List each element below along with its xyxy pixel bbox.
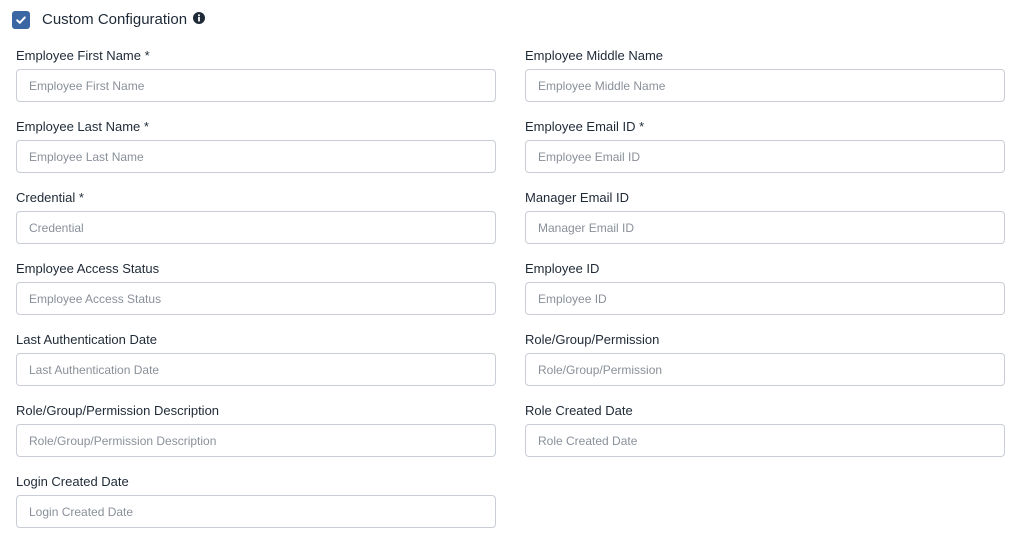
manager-email-id-group: Manager Email ID: [525, 190, 1005, 244]
manager-email-id-input[interactable]: [525, 211, 1005, 244]
login-created-date-group: Login Created Date: [16, 474, 496, 528]
employee-middle-name-label: Employee Middle Name: [525, 48, 664, 63]
role-group-permission-description-input[interactable]: [16, 424, 496, 457]
employee-middle-name-input[interactable]: [525, 69, 1005, 102]
employee-id-input[interactable]: [525, 282, 1005, 315]
employee-first-name-input[interactable]: [16, 69, 496, 102]
last-authentication-date-input[interactable]: [16, 353, 496, 386]
employee-access-status-label: Employee Access Status: [16, 261, 160, 276]
employee-last-name-label: Employee Last Name *: [16, 119, 149, 134]
role-group-permission-description-label: Role/Group/Permission Description: [16, 403, 220, 418]
employee-middle-name-group: Employee Middle Name: [525, 48, 1005, 102]
employee-access-status-group: Employee Access Status: [16, 261, 496, 315]
employee-id-group: Employee ID: [525, 261, 1005, 315]
employee-last-name-input[interactable]: [16, 140, 496, 173]
credential-group: Credential *: [16, 190, 496, 244]
role-group-permission-description-group: Role/Group/Permission Description: [16, 403, 496, 457]
last-authentication-date-label: Last Authentication Date: [16, 332, 157, 347]
manager-email-id-label: Manager Email ID: [525, 190, 630, 205]
role-created-date-group: Role Created Date: [525, 403, 1005, 457]
login-created-date-label: Login Created Date: [16, 474, 129, 489]
role-group-permission-input[interactable]: [525, 353, 1005, 386]
credential-label: Credential *: [16, 190, 84, 205]
check-icon: [16, 16, 26, 24]
last-authentication-date-group: Last Authentication Date: [16, 332, 496, 386]
employee-first-name-label: Employee First Name *: [16, 48, 150, 63]
employee-first-name-group: Employee First Name *: [16, 48, 496, 102]
employee-access-status-input[interactable]: [16, 282, 496, 315]
custom-configuration-header: Custom Configuration: [12, 9, 206, 31]
employee-email-id-group: Employee Email ID *: [525, 119, 1005, 173]
employee-email-id-label: Employee Email ID *: [525, 119, 645, 134]
info-icon[interactable]: [193, 12, 206, 24]
custom-configuration-checkbox[interactable]: [12, 11, 30, 29]
employee-last-name-group: Employee Last Name *: [16, 119, 496, 173]
employee-email-id-input[interactable]: [525, 140, 1005, 173]
custom-configuration-form: Custom Configuration Employee First Name…: [0, 0, 1024, 555]
role-created-date-input[interactable]: [525, 424, 1005, 457]
role-group-permission-group: Role/Group/Permission: [525, 332, 1005, 386]
custom-configuration-title: Custom Configuration: [42, 11, 188, 28]
role-group-permission-label: Role/Group/Permission: [525, 332, 660, 347]
login-created-date-input[interactable]: [16, 495, 496, 528]
role-created-date-label: Role Created Date: [525, 403, 633, 418]
employee-id-label: Employee ID: [525, 261, 600, 276]
credential-input[interactable]: [16, 211, 496, 244]
